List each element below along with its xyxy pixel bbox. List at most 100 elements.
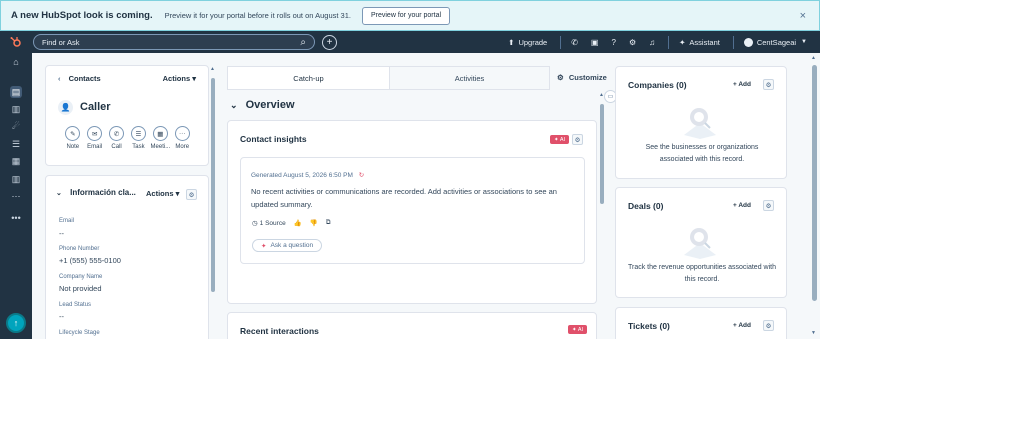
email-label: Email <box>87 144 103 150</box>
marketing-icon[interactable]: ☄ <box>10 120 22 132</box>
field-value-company[interactable]: Not provided <box>59 284 102 293</box>
upgrade-label: Upgrade <box>518 37 548 47</box>
library-icon[interactable]: ▥ <box>10 103 22 115</box>
nav-divider <box>560 35 562 49</box>
scroll-down-icon[interactable]: ▼ <box>811 330 816 336</box>
note-action[interactable]: ✎ Note <box>62 126 84 150</box>
deals-title[interactable]: Deals (0) <box>628 201 663 211</box>
tab-activities[interactable]: Activities <box>389 66 550 90</box>
contact-actions-button[interactable]: Actions ▾ <box>163 74 196 83</box>
customize-button[interactable]: ⚙ Customize <box>557 73 607 82</box>
tickets-title[interactable]: Tickets (0) <box>628 321 670 331</box>
apps-icon[interactable]: ▦ <box>10 155 22 167</box>
source-icon: ◷ <box>252 220 258 227</box>
call-label: Call <box>111 144 122 150</box>
contact-insights-title: Contact insights <box>240 134 307 144</box>
home-icon[interactable]: ⌂ <box>10 56 22 68</box>
settings-icon[interactable]: ⚙ <box>629 38 636 47</box>
ai-badge: ✦ AI <box>568 325 588 334</box>
record-tabs: Catch-up Activities <box>227 66 610 90</box>
gear-icon: ⚙ <box>557 73 564 82</box>
banner-text: Preview it for your portal before it rol… <box>164 11 351 20</box>
generated-label: Generated August 5, 2026 6:50 PM <box>251 172 353 179</box>
deals-card: Deals (0) + Add ⚙ Track the revenue oppo… <box>615 187 787 298</box>
assistant-label: Assistant <box>689 37 720 47</box>
gear-icon[interactable]: ⚙ <box>572 134 583 145</box>
reports-icon[interactable]: ▥ <box>10 173 22 185</box>
add-ticket-button[interactable]: + Add <box>733 322 751 329</box>
preview-portal-button[interactable]: Preview for your portal <box>361 6 451 25</box>
gear-icon[interactable]: ⚙ <box>186 189 197 200</box>
more-label: More <box>175 144 190 150</box>
marketplace-icon[interactable]: ▣ <box>591 38 599 47</box>
field-value-lead-status[interactable]: -- <box>59 312 64 321</box>
left-scrollbar[interactable] <box>211 78 215 292</box>
middle-scrollbar[interactable] <box>600 104 604 204</box>
right-scrollbar[interactable] <box>812 65 817 301</box>
field-label-lead-status: Lead Status <box>59 302 92 308</box>
data-icon[interactable]: ⋯ <box>10 190 22 202</box>
thumbs-down-icon[interactable]: 👎 <box>310 219 318 227</box>
add-company-button[interactable]: + Add <box>733 81 751 88</box>
gear-icon[interactable]: ⚙ <box>763 320 774 331</box>
lists-icon[interactable]: ☰ <box>10 138 22 150</box>
sparkle-icon: ✦ <box>679 37 686 47</box>
more-action[interactable]: ··· More <box>171 126 193 150</box>
gear-icon[interactable]: ⚙ <box>763 79 774 90</box>
chevron-down-icon: ⌄ <box>56 190 62 197</box>
copy-icon[interactable]: ⧉ <box>326 219 331 227</box>
more-icon[interactable]: ••• <box>10 212 22 224</box>
companies-title[interactable]: Companies (0) <box>628 80 687 90</box>
meeting-action[interactable]: ▦ Meeti... <box>150 126 172 150</box>
back-to-contacts-link[interactable]: ‹ Contacts <box>58 74 101 83</box>
search-icon[interactable]: ⌕ <box>300 37 306 48</box>
field-value-email[interactable]: -- <box>59 229 64 238</box>
ask-label: Ask a question <box>270 242 314 249</box>
ai-summary-box: Generated August 5, 2026 6:50 PM ↻ No re… <box>240 157 585 264</box>
create-new-button[interactable]: + <box>322 34 337 50</box>
meeting-icon: ▦ <box>152 126 168 141</box>
field-value-phone[interactable]: +1 (555) 555-0100 <box>59 256 121 265</box>
key-info-actions-button[interactable]: Actions ▾ <box>146 189 179 198</box>
field-label-company: Company Name <box>59 274 103 280</box>
tab-catch-up[interactable]: Catch-up <box>227 66 390 90</box>
meeting-label: Meeti... <box>150 144 171 150</box>
call-icon: ✆ <box>109 126 125 141</box>
search-placeholder: Find or Ask <box>42 37 80 47</box>
overview-section-toggle[interactable]: ⌄ Overview <box>230 99 295 111</box>
add-deal-button[interactable]: + Add <box>733 202 751 209</box>
upgrade-button[interactable]: ⬆ Upgrade <box>508 38 547 47</box>
call-action[interactable]: ✆ Call <box>106 126 128 150</box>
nav-divider <box>668 35 670 49</box>
source-link[interactable]: 1 Source <box>260 220 286 227</box>
field-label-email: Email <box>59 218 75 224</box>
task-label: Task <box>132 144 145 150</box>
scroll-up-icon[interactable]: ▲ <box>210 66 215 72</box>
thumbs-up-icon[interactable]: 👍 <box>294 219 302 227</box>
account-menu[interactable]: CentSageai ▼ <box>743 37 807 47</box>
refresh-icon[interactable]: ↻ <box>359 172 364 179</box>
notifications-icon[interactable]: ♫ <box>649 38 655 47</box>
ask-question-button[interactable]: ✦ Ask a question <box>252 239 323 252</box>
gear-icon[interactable]: ⚙ <box>763 200 774 211</box>
phone-icon[interactable]: ✆ <box>571 38 578 47</box>
email-icon: ✉ <box>87 126 103 141</box>
scroll-up-icon[interactable]: ▲ <box>811 55 816 61</box>
nav-divider <box>732 35 734 49</box>
task-action[interactable]: ☰ Task <box>128 126 150 150</box>
key-info-toggle[interactable]: ⌄ Información cla... <box>56 188 136 197</box>
close-icon[interactable]: × <box>800 10 806 22</box>
search-input[interactable]: Find or Ask ⌕ <box>33 34 315 50</box>
empty-state-illustration-icon <box>684 108 716 139</box>
field-label-phone: Phone Number <box>59 246 100 252</box>
email-action[interactable]: ✉ Email <box>84 126 106 150</box>
help-widget-button[interactable]: ↑ <box>6 313 26 333</box>
recent-interactions-card: Recent interactions ✦ AI <box>227 312 597 339</box>
assistant-button[interactable]: ✦ Assistant <box>679 38 720 47</box>
field-label-lifecycle: Lifecycle Stage <box>59 330 100 336</box>
crm-icon[interactable]: ▤ <box>10 86 22 98</box>
help-icon[interactable]: ? <box>611 38 615 47</box>
ai-badge: ✦ AI <box>550 135 570 144</box>
upgrade-icon: ⬆ <box>508 37 515 47</box>
hubspot-logo-icon[interactable] <box>0 36 32 48</box>
